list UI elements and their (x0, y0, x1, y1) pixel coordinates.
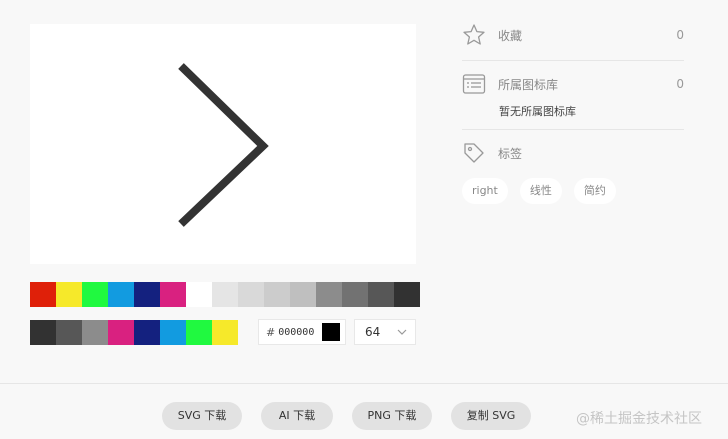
watermark: @稀土掘金技术社区 (576, 411, 702, 427)
tag-icon (464, 143, 484, 163)
color-palette-primary (30, 282, 420, 307)
divider (462, 129, 684, 130)
color-swatch[interactable] (186, 282, 212, 307)
tag-list: right 线性 简约 (462, 178, 684, 204)
color-swatch[interactable] (108, 282, 134, 307)
color-swatch[interactable] (30, 282, 56, 307)
size-select[interactable]: 64 (354, 319, 416, 345)
color-swatch[interactable] (56, 320, 82, 345)
color-swatch[interactable] (82, 282, 108, 307)
favorite-count: 0 (676, 28, 684, 42)
color-swatch[interactable] (212, 320, 238, 345)
tag-chip[interactable]: right (462, 178, 508, 204)
hex-value[interactable]: 000000 (278, 327, 322, 338)
color-swatch[interactable] (108, 320, 134, 345)
color-swatch[interactable] (56, 282, 82, 307)
star-icon[interactable] (462, 23, 486, 47)
tags-row: 标签 (462, 138, 684, 168)
color-chip[interactable] (322, 323, 340, 341)
list-icon (462, 74, 486, 94)
color-swatch[interactable] (238, 282, 264, 307)
color-swatch[interactable] (264, 282, 290, 307)
favorite-label: 收藏 (498, 28, 523, 43)
tag-chip[interactable]: 线性 (519, 178, 562, 204)
color-swatch[interactable] (134, 320, 160, 345)
color-swatch[interactable] (394, 282, 420, 307)
copy-svg-button[interactable]: 复制 SVG (451, 402, 531, 430)
color-swatch[interactable] (342, 282, 368, 307)
ai-download-button[interactable]: AI 下载 (261, 402, 333, 430)
divider (462, 60, 684, 61)
color-swatch[interactable] (212, 282, 238, 307)
tag-chip[interactable]: 简约 (573, 178, 616, 204)
tags-label: 标签 (498, 146, 523, 161)
hash-label: # (266, 325, 276, 339)
favorite-row[interactable]: 收藏 0 (462, 20, 684, 50)
color-swatch[interactable] (316, 282, 342, 307)
color-swatch[interactable] (290, 282, 316, 307)
library-row: 所属图标库 0 (462, 69, 684, 99)
color-hex-input[interactable]: # 000000 (258, 319, 346, 345)
download-bar: SVG 下载 AI 下载 PNG 下载 复制 SVG @稀土掘金技术社区 (0, 383, 728, 439)
svg-download-button[interactable]: SVG 下载 (162, 402, 242, 430)
color-swatch[interactable] (368, 282, 394, 307)
color-swatch[interactable] (30, 320, 56, 345)
icon-details-panel: 收藏 0 所属图标库 0 暂无所属图标库 标签 right 线性 简约 (462, 20, 684, 204)
icon-preview (30, 24, 416, 264)
chevron-down-icon (397, 329, 407, 335)
color-swatch[interactable] (134, 282, 160, 307)
color-swatch[interactable] (82, 320, 108, 345)
chevron-right-icon (178, 63, 269, 227)
library-empty-note: 暂无所属图标库 (499, 105, 576, 118)
png-download-button[interactable]: PNG 下载 (352, 402, 432, 430)
color-swatch[interactable] (160, 282, 186, 307)
color-swatch[interactable] (160, 320, 186, 345)
library-label: 所属图标库 (498, 77, 559, 92)
size-value: 64 (365, 325, 381, 339)
color-swatch[interactable] (186, 320, 212, 345)
library-count: 0 (676, 77, 684, 91)
color-palette-recent (30, 320, 238, 345)
